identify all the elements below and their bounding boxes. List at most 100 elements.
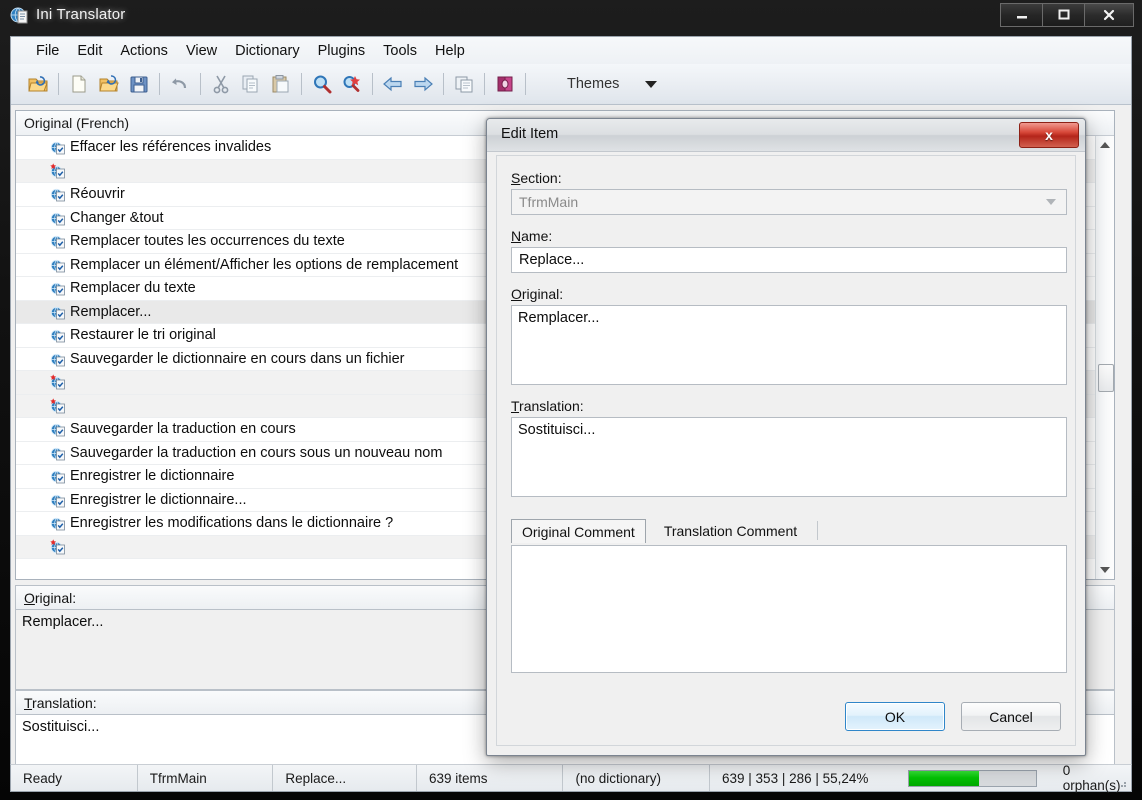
scroll-down-arrow-icon[interactable] <box>1096 561 1114 579</box>
chevron-down-icon[interactable] <box>645 80 658 88</box>
translated-item-icon <box>50 304 67 320</box>
list-item-label: Sauvegarder la traduction en cours sous … <box>70 444 443 461</box>
list-item-label: Remplacer toutes les occurrences du text… <box>70 233 345 250</box>
toolbar-separator <box>443 73 444 95</box>
menu-edit[interactable]: Edit <box>68 39 111 63</box>
app-globe-doc-icon <box>10 6 30 26</box>
statusbar: Ready TfrmMain Replace... 639 items (no … <box>10 763 1132 793</box>
tab-translation-comment[interactable]: Translation Comment <box>654 519 807 543</box>
open-project-icon[interactable] <box>24 70 52 98</box>
toolbar: Themes <box>11 64 1131 105</box>
translation-pane-label-rest: ranslation: <box>32 694 97 711</box>
comment-section: Original Comment Translation Comment <box>511 518 1067 673</box>
translated-item-icon <box>50 351 67 367</box>
toolbar-separator <box>484 73 485 95</box>
toolbar-separator <box>58 73 59 95</box>
status-counts: 639 | 353 | 286 | 55,24% <box>722 770 869 786</box>
status-dictionary: (no dictionary) <box>563 765 711 791</box>
original-textarea[interactable]: Remplacer... <box>511 305 1067 385</box>
original-field-group: Original: Remplacer... <box>511 286 1067 385</box>
translated-item-icon <box>50 515 67 531</box>
translated-item-icon <box>50 280 67 296</box>
list-item-label: Remplacer du texte <box>70 280 196 297</box>
close-button[interactable] <box>1084 3 1134 27</box>
translated-item-icon <box>50 233 67 249</box>
window-title: Ini Translator <box>36 6 126 23</box>
menu-file[interactable]: File <box>27 39 68 63</box>
window-controls <box>1000 3 1134 27</box>
translated-item-icon <box>50 421 67 437</box>
scroll-up-arrow-icon[interactable] <box>1096 136 1114 154</box>
menu-plugins[interactable]: Plugins <box>309 39 375 63</box>
menu-help[interactable]: Help <box>426 39 474 63</box>
menu-tools[interactable]: Tools <box>374 39 426 63</box>
menu-dictionary[interactable]: Dictionary <box>226 39 308 63</box>
dialog-close-button[interactable]: x <box>1019 122 1079 148</box>
translated-item-icon <box>50 257 67 273</box>
dictionary-book-icon[interactable] <box>491 70 519 98</box>
translation-textarea[interactable]: Sostituisci... <box>511 417 1067 497</box>
list-item-label: Remplacer... <box>70 303 152 320</box>
status-name: Replace... <box>273 765 417 791</box>
tab-original-comment[interactable]: Original Comment <box>511 519 646 543</box>
name-field-group: Name: Replace... <box>511 228 1067 273</box>
toolbar-separator <box>525 73 526 95</box>
name-input[interactable]: Replace... <box>511 247 1067 273</box>
themes-label[interactable]: Themes <box>567 76 619 92</box>
translated-item-icon <box>50 139 67 155</box>
translated-item-icon <box>50 492 67 508</box>
resize-grip-icon[interactable] <box>1116 777 1128 789</box>
ok-button[interactable]: OK <box>845 702 945 731</box>
comment-textarea[interactable] <box>511 545 1067 673</box>
duplicate-window-icon[interactable] <box>450 70 478 98</box>
open-file-icon[interactable] <box>95 70 123 98</box>
translated-item-icon <box>50 468 67 484</box>
toolbar-separator <box>200 73 201 95</box>
list-item-label: Restaurer le tri original <box>70 327 216 344</box>
original-label: Original: <box>511 286 564 302</box>
minimize-button[interactable] <box>1000 3 1042 27</box>
translated-item-icon <box>50 186 67 202</box>
undo-icon[interactable] <box>166 70 194 98</box>
maximize-button[interactable] <box>1042 3 1084 27</box>
search-icon[interactable] <box>308 70 336 98</box>
translated-item-icon <box>50 445 67 461</box>
list-vertical-scrollbar[interactable] <box>1095 136 1114 579</box>
menu-view[interactable]: View <box>177 39 226 63</box>
paste-icon[interactable] <box>267 70 295 98</box>
status-section: TfrmMain <box>138 765 274 791</box>
list-item-label: Remplacer un élément/Afficher les option… <box>70 256 459 273</box>
menubar: File Edit Actions View Dictionary Plugin… <box>11 37 1131 64</box>
list-item-label: Sauvegarder la traduction en cours <box>70 421 296 438</box>
cut-icon[interactable] <box>207 70 235 98</box>
cancel-button[interactable]: Cancel <box>961 702 1061 731</box>
untranslated-item-icon <box>50 398 67 414</box>
list-item-label: Effacer les références invalides <box>70 139 272 156</box>
dialog-title: Edit Item <box>501 126 559 142</box>
status-item-count: 639 items <box>417 765 564 791</box>
untranslated-item-icon <box>50 539 67 555</box>
translated-item-icon <box>50 327 67 343</box>
section-label: Section: <box>511 170 562 186</box>
list-item-label: Réouvrir <box>70 186 125 203</box>
search-replace-icon[interactable] <box>338 70 366 98</box>
forward-arrow-icon[interactable] <box>409 70 437 98</box>
new-file-icon[interactable] <box>65 70 93 98</box>
toolbar-separator <box>301 73 302 95</box>
save-icon[interactable] <box>125 70 153 98</box>
section-combobox[interactable]: TfrmMain <box>511 189 1067 215</box>
menu-actions[interactable]: Actions <box>111 39 177 63</box>
toolbar-separator <box>372 73 373 95</box>
translated-item-icon <box>50 210 67 226</box>
scrollbar-thumb[interactable] <box>1098 364 1114 392</box>
section-field-group: Section: TfrmMain <box>511 170 1067 215</box>
untranslated-item-icon <box>50 163 67 179</box>
list-item-label: Sauvegarder le dictionnaire en cours dan… <box>70 350 405 367</box>
back-arrow-icon[interactable] <box>379 70 407 98</box>
copy-icon[interactable] <box>237 70 265 98</box>
window-titlebar: Ini Translator <box>0 0 1142 33</box>
application-window: Ini Translator File Edit Actions View Di… <box>0 0 1142 800</box>
progress-fill <box>909 770 980 786</box>
comment-tabstrip: Original Comment Translation Comment <box>511 518 1067 543</box>
chevron-down-icon[interactable] <box>1046 199 1056 205</box>
